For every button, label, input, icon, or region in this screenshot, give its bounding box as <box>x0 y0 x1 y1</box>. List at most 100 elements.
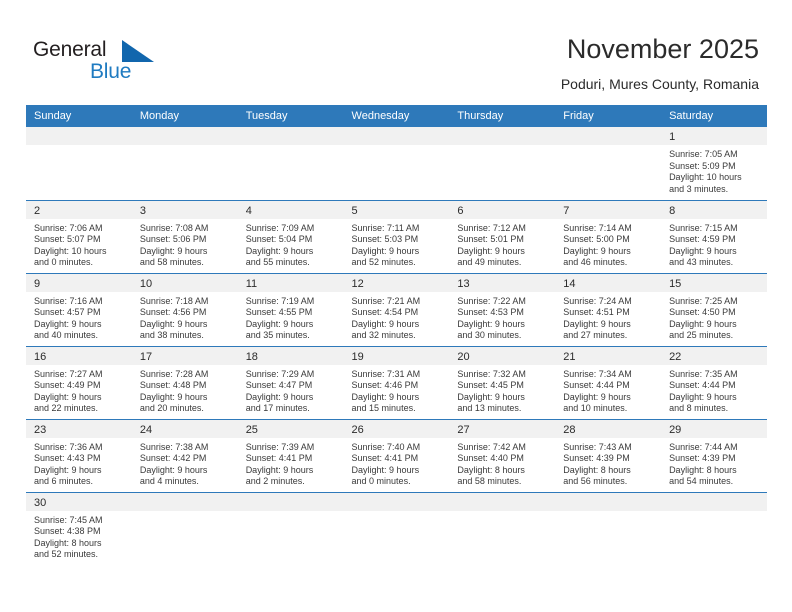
sunrise-time: Sunrise: 7:43 AM <box>563 441 632 452</box>
calendar-day-cell[interactable]: 30 Sunrise: 7:45 AM Sunset: 4:38 PM Dayligh… <box>26 491 132 565</box>
calendar-cell-empty <box>555 491 662 565</box>
daylight-line-2: and 13 minutes. <box>457 403 522 414</box>
daylight-line-2: and 38 minutes. <box>139 330 204 341</box>
daylight-line-1: Daylight: 9 hours <box>139 245 208 256</box>
general-blue-logo[interactable]: General Blue <box>33 38 223 88</box>
calendar-day-cell[interactable]: 9 Sunrise: 7:16 AM Sunset: 4:57 PM Daylight… <box>26 272 132 346</box>
day-number: 28 <box>555 419 662 438</box>
daylight-line-1: Daylight: 9 hours <box>563 318 631 329</box>
day-details: Sunrise: 7:42 AM Sunset: 4:40 PM Daylight:… <box>449 438 555 488</box>
calendar-day-cell[interactable]: 12 Sunrise: 7:21 AM Sunset: 4:54 PM Dayligh… <box>343 272 450 346</box>
daylight-line-2: and 52 minutes. <box>351 257 416 268</box>
calendar-day-cell[interactable]: 16 Sunrise: 7:27 AM Sunset: 4:49 PM Dayligh… <box>26 345 132 419</box>
calendar-cell-empty <box>661 491 767 565</box>
calendar-day-cell[interactable]: 13 Sunrise: 7:22 AM Sunset: 4:53 PM Dayligh… <box>449 272 556 346</box>
day-details: Sunrise: 7:38 AM Sunset: 4:42 PM Daylight:… <box>132 438 238 488</box>
sunset-time: Sunset: 4:41 PM <box>351 453 419 464</box>
day-details: Sunrise: 7:09 AM Sunset: 5:04 PM Daylight:… <box>238 219 344 269</box>
daylight-line-1: Daylight: 9 hours <box>351 245 420 256</box>
sunrise-time: Sunrise: 7:39 AM <box>245 441 315 452</box>
calendar-week-row: 1 Sunrise: 7:05 AM Sunset: 5:09 PM Daylight… <box>26 127 767 200</box>
day-details: Sunrise: 7:32 AM Sunset: 4:45 PM Daylight:… <box>449 365 555 415</box>
page-subtitle: Poduri, Mures County, Romania <box>560 76 759 92</box>
calendar-cell-empty <box>343 127 450 200</box>
calendar-day-cell[interactable]: 10 Sunrise: 7:18 AM Sunset: 4:56 PM Dayligh… <box>131 272 238 346</box>
daylight-line-2: and 46 minutes. <box>563 257 628 268</box>
day-number: 16 <box>26 346 132 365</box>
sunset-time: Sunset: 5:06 PM <box>139 234 207 245</box>
calendar-day-cell[interactable]: 14 Sunrise: 7:24 AM Sunset: 4:51 PM Dayligh… <box>555 272 662 346</box>
sunset-time: Sunset: 4:39 PM <box>669 453 736 464</box>
day-number: 7 <box>555 200 662 219</box>
sunset-time: Sunset: 4:49 PM <box>34 380 101 391</box>
calendar-day-cell[interactable]: 20 Sunrise: 7:32 AM Sunset: 4:45 PM Dayligh… <box>449 345 556 419</box>
sunrise-time: Sunrise: 7:14 AM <box>563 222 632 233</box>
sunset-time: Sunset: 5:01 PM <box>457 234 524 245</box>
calendar-day-cell[interactable]: 4 Sunrise: 7:09 AM Sunset: 5:04 PM Daylight… <box>237 199 344 273</box>
calendar-day-cell[interactable]: 2 Sunrise: 7:06 AM Sunset: 5:07 PM Daylight… <box>26 199 132 273</box>
calendar-day-cell[interactable]: 19 Sunrise: 7:31 AM Sunset: 4:46 PM Dayligh… <box>343 345 450 419</box>
day-details: Sunrise: 7:40 AM Sunset: 4:41 PM Daylight:… <box>344 438 450 488</box>
calendar-day-cell[interactable]: 7 Sunrise: 7:14 AM Sunset: 5:00 PM Daylight… <box>555 199 662 273</box>
page-title: November 2025 <box>566 34 759 64</box>
calendar-day-cell[interactable]: 28 Sunrise: 7:43 AM Sunset: 4:39 PM Dayligh… <box>555 418 662 492</box>
calendar-day-cell[interactable]: 15 Sunrise: 7:25 AM Sunset: 4:50 PM Dayligh… <box>661 272 767 346</box>
daylight-line-2: and 56 minutes. <box>563 476 628 487</box>
day-number: 14 <box>555 273 662 292</box>
daylight-line-1: Daylight: 9 hours <box>245 318 314 329</box>
day-number: 30 <box>26 492 132 511</box>
calendar-week-row: 16 Sunrise: 7:27 AM Sunset: 4:49 PM Dayligh… <box>26 345 767 419</box>
calendar-day-cell[interactable]: 17 Sunrise: 7:28 AM Sunset: 4:48 PM Dayligh… <box>131 345 238 419</box>
day-number <box>449 127 556 145</box>
sunrise-time: Sunrise: 7:28 AM <box>139 368 209 379</box>
calendar-day-cell[interactable]: 11 Sunrise: 7:19 AM Sunset: 4:55 PM Dayligh… <box>237 272 344 346</box>
calendar-cell-empty <box>343 491 450 565</box>
day-details: Sunrise: 7:18 AM Sunset: 4:56 PM Daylight:… <box>132 292 238 342</box>
sunset-time: Sunset: 5:03 PM <box>351 234 419 245</box>
day-details: Sunrise: 7:12 AM Sunset: 5:01 PM Daylight:… <box>449 219 555 269</box>
sunset-time: Sunset: 4:59 PM <box>669 234 736 245</box>
sunrise-time: Sunrise: 7:45 AM <box>34 514 103 525</box>
calendar-day-cell[interactable]: 23 Sunrise: 7:36 AM Sunset: 4:43 PM Dayligh… <box>26 418 132 492</box>
calendar-day-cell[interactable]: 3 Sunrise: 7:08 AM Sunset: 5:06 PM Daylight… <box>131 199 238 273</box>
daylight-line-2: and 0 minutes. <box>34 257 94 268</box>
logo-flag-icon <box>122 40 154 62</box>
day-details: Sunrise: 7:19 AM Sunset: 4:55 PM Daylight:… <box>238 292 344 342</box>
sunset-time: Sunset: 4:48 PM <box>139 380 207 391</box>
day-details: Sunrise: 7:28 AM Sunset: 4:48 PM Daylight:… <box>132 365 238 415</box>
sunset-time: Sunset: 4:46 PM <box>351 380 419 391</box>
day-number: 15 <box>661 273 767 292</box>
calendar-day-cell[interactable]: 25 Sunrise: 7:39 AM Sunset: 4:41 PM Dayligh… <box>237 418 344 492</box>
day-number <box>237 127 344 145</box>
sunrise-time: Sunrise: 7:35 AM <box>669 368 738 379</box>
daylight-line-2: and 15 minutes. <box>351 403 416 414</box>
daylight-line-1: Daylight: 9 hours <box>139 391 208 402</box>
calendar-day-cell[interactable]: 29 Sunrise: 7:44 AM Sunset: 4:39 PM Dayligh… <box>661 418 767 492</box>
day-number: 25 <box>237 419 344 438</box>
daylight-line-1: Daylight: 9 hours <box>563 391 631 402</box>
day-number: 26 <box>343 419 450 438</box>
daylight-line-1: Daylight: 8 hours <box>34 537 102 548</box>
calendar-day-cell[interactable]: 27 Sunrise: 7:42 AM Sunset: 4:40 PM Dayligh… <box>449 418 556 492</box>
calendar-day-cell[interactable]: 6 Sunrise: 7:12 AM Sunset: 5:01 PM Daylight… <box>449 199 556 273</box>
day-number: 24 <box>131 419 238 438</box>
calendar-day-cell[interactable]: 18 Sunrise: 7:29 AM Sunset: 4:47 PM Dayligh… <box>237 345 344 419</box>
calendar-day-cell[interactable]: 1 Sunrise: 7:05 AM Sunset: 5:09 PM Daylight… <box>661 127 767 200</box>
calendar-day-cell[interactable]: 8 Sunrise: 7:15 AM Sunset: 4:59 PM Daylight… <box>661 199 767 273</box>
sunset-time: Sunset: 4:55 PM <box>245 307 313 318</box>
day-number: 21 <box>555 346 662 365</box>
calendar-day-cell[interactable]: 5 Sunrise: 7:11 AM Sunset: 5:03 PM Daylight… <box>343 199 450 273</box>
daylight-line-1: Daylight: 9 hours <box>245 464 314 475</box>
sunrise-time: Sunrise: 7:09 AM <box>245 222 315 233</box>
sunset-time: Sunset: 4:50 PM <box>669 307 736 318</box>
calendar-day-cell[interactable]: 24 Sunrise: 7:38 AM Sunset: 4:42 PM Dayligh… <box>131 418 238 492</box>
sunrise-sunset-calendar: Sunday Monday Tuesday Wednesday Thursday… <box>26 105 767 565</box>
day-number: 23 <box>26 419 132 438</box>
day-number: 6 <box>449 200 556 219</box>
calendar-day-cell[interactable]: 26 Sunrise: 7:40 AM Sunset: 4:41 PM Dayligh… <box>343 418 450 492</box>
sunrise-time: Sunrise: 7:05 AM <box>669 149 738 159</box>
calendar-day-cell[interactable]: 22 Sunrise: 7:35 AM Sunset: 4:44 PM Dayligh… <box>661 345 767 419</box>
daylight-line-2: and 22 minutes. <box>34 403 99 414</box>
sunrise-time: Sunrise: 7:19 AM <box>245 295 315 306</box>
calendar-day-cell[interactable]: 21 Sunrise: 7:34 AM Sunset: 4:44 PM Dayligh… <box>555 345 662 419</box>
